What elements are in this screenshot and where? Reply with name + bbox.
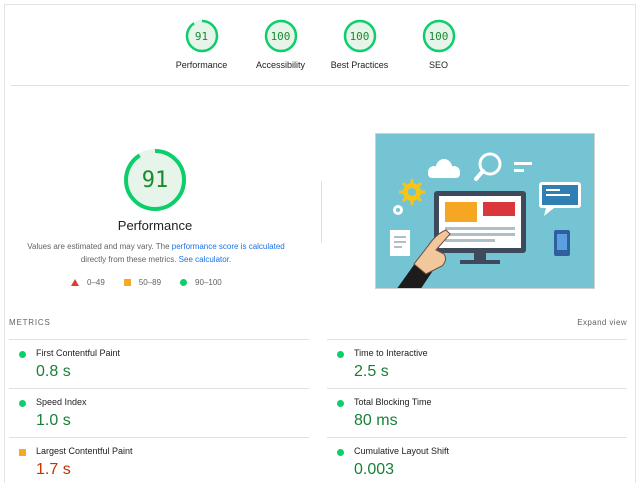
gauge-score: 100 <box>349 29 370 43</box>
metric-total-blocking-time: Total Blocking Time 80 ms <box>327 388 627 437</box>
gauge-ring: 100 <box>264 19 298 53</box>
summary-gauges: 91 Performance 100 Accessibility 100 Bes… <box>5 5 635 85</box>
average-square-icon <box>19 449 26 456</box>
gauge-score: 91 <box>194 29 209 43</box>
metric-speed-index: Speed Index 1.0 s <box>9 388 309 437</box>
legend-pass: 90–100 <box>180 278 222 287</box>
metric-cumulative-layout-shift: Cumulative Layout Shift 0.003 <box>327 437 627 483</box>
note-text: directly from these metrics. <box>80 255 179 264</box>
gauge-label: SEO <box>428 60 448 70</box>
performance-note: Values are estimated and may vary. The p… <box>21 240 291 266</box>
pass-circle-icon <box>19 400 26 407</box>
performance-score: 91 <box>141 167 169 193</box>
legend-fail: 0–49 <box>71 278 105 287</box>
metric-name: First Contentful Paint <box>36 348 121 358</box>
pass-circle-icon <box>337 449 344 456</box>
performance-section: 91 Performance Values are estimated and … <box>5 86 320 311</box>
score-legend: 0–49 50–89 90–100 <box>71 278 241 287</box>
legend-average-label: 50–89 <box>138 278 162 287</box>
gauge-label: Performance <box>175 60 228 70</box>
circle-icon <box>180 279 188 286</box>
gauge-performance[interactable]: 91 Performance <box>162 5 241 85</box>
pass-circle-icon <box>337 400 344 407</box>
metric-name: Cumulative Layout Shift <box>354 446 450 456</box>
metric-value: 1.0 s <box>36 412 71 429</box>
metrics-header: METRICS Expand view <box>9 318 627 334</box>
metric-value: 0.8 s <box>36 363 71 380</box>
metric-value: 1.7 s <box>36 461 71 478</box>
metric-name: Largest Contentful Paint <box>36 446 133 456</box>
gauge-ring: 100 <box>422 19 456 53</box>
metric-value: 80 ms <box>354 412 398 429</box>
pass-circle-icon <box>337 351 344 358</box>
gauge-score: 100 <box>270 29 291 43</box>
metric-time-to-interactive: Time to Interactive 2.5 s <box>327 339 627 388</box>
see-calculator-link[interactable]: See calculator. <box>179 255 231 264</box>
gauge-ring: 100 <box>343 19 377 53</box>
triangle-icon <box>71 279 79 286</box>
page-screenshot <box>375 133 595 289</box>
square-icon <box>123 279 131 286</box>
metric-value: 2.5 s <box>354 363 389 380</box>
gauge-score: 100 <box>428 29 449 43</box>
performance-gauge: 91 <box>123 148 187 212</box>
legend-pass-label: 90–100 <box>195 278 222 287</box>
legend-average: 50–89 <box>123 278 162 287</box>
metrics-column-right: Time to Interactive 2.5 s Total Blocking… <box>327 339 627 483</box>
gauge-ring: 91 <box>185 19 219 53</box>
metric-name: Time to Interactive <box>354 348 428 358</box>
metrics-column-left: First Contentful Paint 0.8 s Speed Index… <box>9 339 309 483</box>
score-calculated-link[interactable]: performance score is calculated <box>172 242 285 251</box>
expand-view-button[interactable]: Expand view <box>577 318 627 327</box>
gauge-label: Best Practices <box>330 60 389 70</box>
report-frame: 91 Performance 100 Accessibility 100 Bes… <box>4 4 636 483</box>
gauge-accessibility[interactable]: 100 Accessibility <box>241 5 320 85</box>
gauge-label: Accessibility <box>255 60 305 70</box>
vertical-divider <box>321 181 322 243</box>
metric-name: Total Blocking Time <box>354 397 432 407</box>
gauge-best-practices[interactable]: 100 Best Practices <box>320 5 399 85</box>
metric-largest-contentful-paint: Largest Contentful Paint 1.7 s <box>9 437 309 483</box>
metrics-title: METRICS <box>9 318 51 327</box>
gauge-seo[interactable]: 100 SEO <box>399 5 478 85</box>
metric-name: Speed Index <box>36 397 87 407</box>
pass-circle-icon <box>19 351 26 358</box>
screenshot-illustration-icon <box>376 134 594 288</box>
note-text: Values are estimated and may vary. The <box>27 242 172 251</box>
legend-fail-label: 0–49 <box>87 278 105 287</box>
metric-value: 0.003 <box>354 461 395 478</box>
performance-title: Performance <box>117 218 193 233</box>
metric-first-contentful-paint: First Contentful Paint 0.8 s <box>9 339 309 388</box>
